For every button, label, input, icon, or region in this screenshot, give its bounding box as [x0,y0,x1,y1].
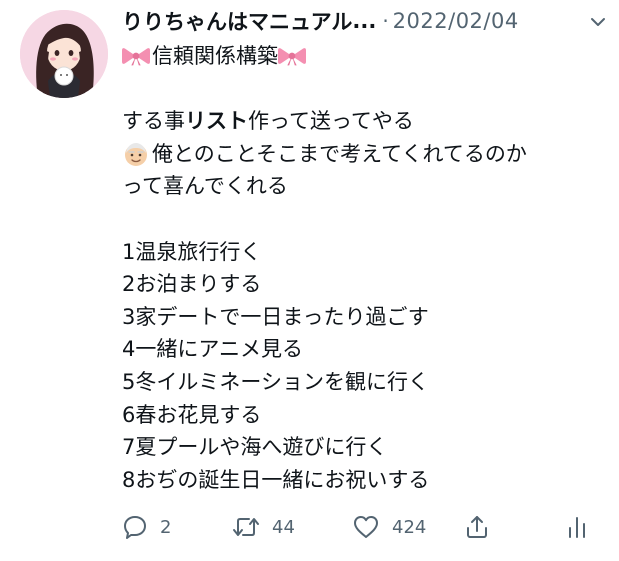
body-text: する事 [122,109,185,134]
old-man-face-icon [122,142,150,167]
tweet-date[interactable]: 2022/02/04 [393,9,519,33]
body-line: って喜んでくれる [122,170,602,203]
avatar[interactable] [20,10,108,98]
retweet-count: 44 [272,516,295,538]
name-ellipsis: ... [352,9,377,33]
body-line: 俺とのことそこまで考えてくれてるのか [122,138,602,171]
reply-button[interactable]: 2 [122,510,171,544]
retweet-icon [233,518,259,536]
tweet-title-line: 信頼関係構築 [122,40,602,73]
action-bar: 2 44 424 [122,510,592,544]
body-bold-text: リスト [185,109,248,134]
tweet-title-text: 信頼関係構築 [152,44,278,68]
avatar-girl-icon [20,10,108,98]
tweet[interactable]: りりちゃんはマニュアル ... · 2022/02/04 信頼関係構築 する事 … [0,0,619,561]
list-item: 5冬イルミネーションを観に行く [122,369,429,394]
list-item: 4一緒にアニメ見る [122,337,303,362]
tweet-header: りりちゃんはマニュアル ... · 2022/02/04 [122,4,612,38]
list-item: 2お泊まりする [122,272,262,297]
share-icon [467,516,487,538]
body-line: する事 リスト 作って送ってやる [122,105,602,138]
list-item: 7夏プールや海へ遊びに行く [122,435,388,460]
separator-dot: · [382,9,389,33]
reply-count: 2 [160,516,172,538]
chevron-down-icon [591,18,605,26]
list-item: 3家デートで一日まったり過ごす [122,304,429,329]
analytics-button[interactable] [567,510,587,544]
list-item: 1温泉旅行行く [122,239,262,264]
heart-icon [354,516,378,538]
like-count: 424 [392,516,427,538]
share-button[interactable] [464,510,490,544]
reply-icon [124,516,146,539]
more-button[interactable] [584,8,612,36]
ribbon-icon [278,44,306,68]
display-name[interactable]: りりちゃんはマニュアル [122,6,352,36]
tweet-text: 信頼関係構築 する事 リスト 作って送ってやる 俺とのことそこまで考えてくれてる… [122,40,602,496]
body-text: って喜んでくれる [122,174,288,199]
ribbon-icon [122,44,150,68]
list-item: 6春お花見する [122,402,262,427]
body-text: 作って送ってやる [248,109,414,134]
like-button[interactable]: 424 [352,510,426,544]
analytics-icon [569,517,585,538]
body-text: 俺とのことそこまで考えてくれてるのか [152,141,527,166]
list-item: 8おぢの誕生日一緒にお祝いする [122,467,430,492]
retweet-button[interactable]: 44 [232,510,295,544]
